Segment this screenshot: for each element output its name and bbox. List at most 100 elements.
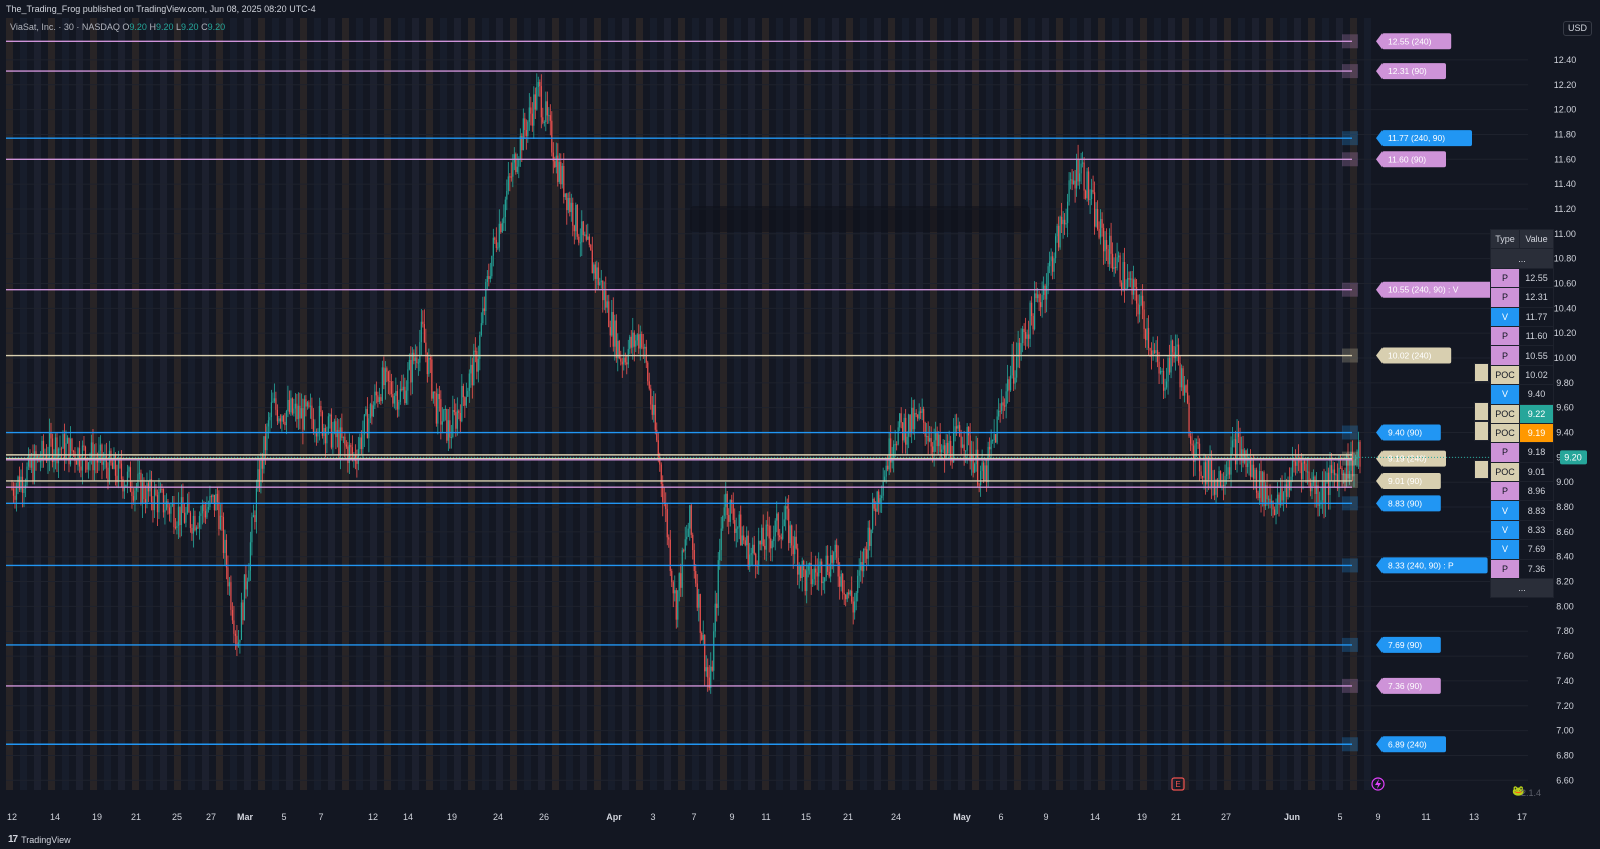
- candle-body: [248, 570, 250, 582]
- candle-body: [1131, 278, 1133, 295]
- candle-body: [1200, 471, 1202, 476]
- session-band: [678, 18, 685, 790]
- candle-body: [875, 508, 877, 512]
- candle-body: [933, 440, 935, 453]
- candle-body: [1001, 402, 1003, 411]
- price-tick-label: 12.20: [1554, 80, 1577, 90]
- candle-body: [984, 465, 986, 481]
- candle-body: [1102, 227, 1105, 252]
- candle-body: [26, 466, 28, 485]
- candle-body: [137, 473, 139, 487]
- side-swatch: [1474, 421, 1489, 441]
- candle-body: [639, 333, 641, 349]
- candle-body: [509, 176, 511, 178]
- candle-body: [656, 429, 658, 441]
- level-type-cell: P: [1490, 481, 1520, 502]
- candle-body: [444, 409, 446, 411]
- candle-body: [497, 247, 499, 249]
- candle-body: [636, 334, 638, 341]
- candle-body: [641, 333, 643, 348]
- candle-body: [23, 488, 25, 493]
- level-label-shadow: [1342, 282, 1358, 297]
- candle-body: [1285, 484, 1288, 497]
- candle-body: [1249, 459, 1252, 477]
- candle-body: [390, 381, 392, 395]
- candle-body: [899, 413, 901, 428]
- table-side-swatches: [1474, 363, 1489, 480]
- symbol-legend[interactable]: ViaSat, Inc. · 30 · NASDAQ O9.20 H9.20 L…: [10, 22, 225, 32]
- candle-body: [1137, 303, 1139, 315]
- session-band: [202, 18, 209, 790]
- candle-body: [219, 515, 222, 530]
- candle-body: [836, 544, 838, 558]
- candle-body: [339, 427, 341, 455]
- candle-body: [945, 442, 947, 459]
- candle-body: [947, 442, 949, 454]
- candle-body: [860, 562, 862, 571]
- session-band: [608, 18, 615, 790]
- session-band: [566, 18, 573, 790]
- candle-body: [249, 542, 252, 571]
- candle-body: [737, 527, 739, 529]
- candle-body: [1318, 504, 1321, 506]
- currency-button[interactable]: USD: [1563, 21, 1592, 36]
- candle-body: [921, 408, 923, 413]
- candle-body: [1341, 468, 1343, 475]
- candle-body: [191, 527, 193, 534]
- candle-body: [351, 447, 353, 456]
- candle-body: [401, 388, 403, 391]
- candle-body: [780, 537, 782, 539]
- candle-body: [1158, 361, 1160, 374]
- candle-body: [770, 538, 772, 549]
- level-type-cell: P: [1490, 267, 1520, 289]
- candle-body: [1233, 439, 1235, 441]
- candle-body: [794, 536, 796, 555]
- candle-body: [900, 413, 902, 423]
- earnings-icon-letter: E: [1175, 780, 1180, 789]
- candle-body: [644, 346, 646, 349]
- candle-body: [269, 417, 271, 421]
- candle-body: [1207, 460, 1210, 480]
- candle-body: [1293, 460, 1295, 462]
- candle-body: [741, 535, 743, 546]
- level-label-shadow: [1342, 64, 1358, 79]
- candle-body: [1122, 262, 1124, 290]
- candle-body: [543, 122, 545, 124]
- candle-body: [908, 414, 910, 437]
- candle-body: [216, 493, 219, 502]
- session-band: [1238, 18, 1245, 790]
- candle-body: [795, 536, 797, 549]
- candle-body: [1260, 470, 1262, 502]
- time-tick-label: 12: [7, 812, 17, 822]
- candle-body: [545, 101, 547, 123]
- candle-body: [228, 582, 231, 587]
- candle-body: [887, 465, 889, 470]
- candle-body: [651, 404, 653, 415]
- candle-body: [39, 461, 42, 463]
- candle-body: [1090, 189, 1093, 200]
- candle-body: [263, 436, 265, 469]
- candle-body: [291, 398, 293, 414]
- level-value-cell: 8.83: [1519, 500, 1554, 521]
- candle-body: [1170, 340, 1172, 373]
- price-tick-label: 8.80: [1556, 502, 1574, 512]
- session-band: [90, 18, 97, 790]
- candle-body: [414, 357, 416, 361]
- session-band: [342, 18, 349, 790]
- time-tick-label: 19: [447, 812, 457, 822]
- candle-body: [411, 352, 413, 383]
- candle-body: [92, 442, 94, 471]
- price-chart[interactable]: 12.55 (240) 12.31 (90) 11.77 (240, 90) 11.6…: [0, 18, 1600, 831]
- level-type-cell: V: [1490, 539, 1520, 560]
- candle-body: [914, 413, 916, 430]
- candle-body: [146, 483, 148, 505]
- session-band: [944, 18, 951, 790]
- candle-body: [788, 508, 790, 544]
- candle-body: [654, 404, 656, 430]
- candle-body: [623, 357, 625, 365]
- brand-name: TradingView: [21, 834, 71, 845]
- candle-body: [833, 552, 835, 563]
- session-band: [1294, 18, 1301, 790]
- candle-body: [1046, 285, 1048, 300]
- tradingview-logo[interactable]: 17 TradingView: [8, 834, 71, 845]
